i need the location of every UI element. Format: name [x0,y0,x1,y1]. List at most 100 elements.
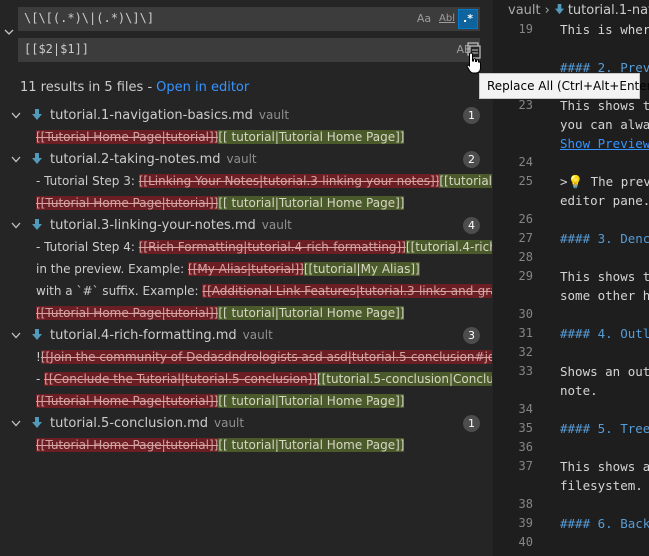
chevron-down-icon[interactable] [10,221,22,231]
match-preview: - [[Conclude the Tutorial|tutorial.5-con… [36,372,492,386]
code-line: Shows an out [560,364,649,379]
toggle-replace-chevron-icon[interactable] [3,26,15,38]
chevron-down-icon[interactable] [10,111,22,121]
code-line: This shows a [560,459,649,474]
match-row[interactable]: - Tutorial Step 3: [[Linking Your Notes|… [0,171,493,193]
match-row[interactable]: in the preview. Example: [[My Alias|tuto… [0,259,493,281]
line-number: 31 [518,326,533,340]
code-line: This shows t [560,269,649,284]
match-removed-text: [[Tutorial Home Page|tutorial]] [36,196,219,210]
match-inserted-text: [[tutorial.5-conclusion|Conclud... [316,372,492,386]
result-file-row[interactable]: tutorial.4-rich-formatting.md vault 3 [0,325,493,347]
match-removed-text: [[Linking Your Notes|tutorial.3-linking-… [138,174,440,188]
search-input[interactable]: \[\[(.*)\|(.*)\]\] Aa Abl .* [18,7,480,31]
hand-pointer-icon [466,52,481,74]
match-row[interactable]: [[Tutorial Home Page|tutorial]][[ tutori… [0,127,493,149]
match-removed-text: [[Join the community of Dedasdndrologist… [40,350,492,364]
match-context: with a `#` suffix. Example: [36,284,203,298]
result-file-name: tutorial.1-navigation-basics.md vault [50,108,289,123]
match-count-badge: 4 [463,217,480,234]
match-count-badge: 1 [463,415,480,432]
result-file-row[interactable]: tutorial.3-linking-your-notes.md vault 4 [0,215,493,237]
line-number: 32 [518,345,533,359]
match-preview: - Tutorial Step 4: [[Rich Formatting|tut… [36,240,492,254]
match-removed-text: [[Additional Link Features|tutorial.3-li… [202,284,492,298]
match-preview: - Tutorial Step 3: [[Linking Your Notes|… [36,174,492,188]
chevron-down-icon[interactable] [10,331,22,341]
match-row[interactable]: [[Tutorial Home Page|tutorial]][[ tutori… [0,303,493,325]
file-path-text: vault [213,416,245,430]
match-removed-text: [[Tutorial Home Page|tutorial]] [36,394,219,408]
line-number: 24 [518,155,533,169]
match-row[interactable]: [[Tutorial Home Page|tutorial]][[ tutori… [0,435,493,457]
line-number: 25 [518,174,533,188]
regex-toggle[interactable]: .* [458,9,478,29]
result-file-name: tutorial.2-taking-notes.md vault [50,152,257,167]
replace-input-value[interactable]: [[$2|$1]] [24,42,89,56]
result-file-row[interactable]: tutorial.5-conclusion.md vault 1 [0,413,493,435]
code-line: you can alwa [560,117,649,132]
chevron-down-icon[interactable] [10,155,22,165]
code-heading-line: #### 3. Denc [560,231,649,246]
match-context: - Tutorial Step 4: [36,240,139,254]
chevron-down-icon[interactable] [10,419,22,429]
match-context: in the preview. Example: [36,262,189,276]
match-inserted-text: [[ tutorial|Tutorial Home Page]] [218,306,405,320]
markdown-file-icon [32,153,42,164]
file-path-text: vault [258,108,290,122]
match-case-toggle[interactable]: Aa [416,10,432,28]
line-number: 27 [518,231,533,245]
line-number: 38 [518,497,533,511]
open-in-editor-link[interactable]: Open in editor [156,80,249,95]
match-preview: [[Tutorial Home Page|tutorial]][[ tutori… [36,394,492,408]
match-inserted-text: [[ tutorial|Tutorial Home Page]] [218,196,405,210]
file-path-text: vault [226,152,257,166]
file-name-text: tutorial.3-linking-your-notes.md [50,218,256,233]
line-number: 19 [518,22,533,36]
match-preview: [[Tutorial Home Page|tutorial]][[ tutori… [36,130,492,144]
search-input-value[interactable]: \[\[(.*)\|(.*)\]\] [24,11,154,25]
match-row[interactable]: [[Tutorial Home Page|tutorial]][[ tutori… [0,391,493,413]
replace-input[interactable]: [[$2|$1]] AB [18,38,480,62]
whole-word-toggle[interactable]: Abl [437,10,457,28]
code-link-line[interactable]: Show Preview [560,136,649,151]
match-preview: in the preview. Example: [[My Alias|tuto… [36,262,492,276]
markdown-file-icon [554,4,564,15]
match-inserted-text: [[ tutorial|Tutorial Home Page]] [218,394,405,408]
markdown-file-icon [32,329,42,340]
results-summary: 11 results in 5 files - Open in editor [20,80,249,95]
line-number: 29 [518,269,533,283]
line-number: 23 [518,98,533,112]
markdown-file-icon [32,219,42,230]
match-removed-text: [[Conclude the Tutorial|tutorial.5-concl… [44,372,317,386]
code-line: This is wher [560,22,649,37]
match-inserted-text: [[tutorial|My Alias]] [303,262,420,276]
line-number: 37 [518,459,533,473]
match-preview: [[Tutorial Home Page|tutorial]][[ tutori… [36,196,492,210]
match-preview: [[Tutorial Home Page|tutorial]][[ tutori… [36,306,492,320]
line-number: 35 [518,421,533,435]
result-file-row[interactable]: tutorial.2-taking-notes.md vault 2 [0,149,493,171]
match-row[interactable]: ![[Join the community of Dedasdndrologis… [0,347,493,369]
breadcrumb-file[interactable]: tutorial.1-nav [568,3,649,18]
search-sidebar: \[\[(.*)\|(.*)\]\] Aa Abl .* [[$2|$1]] A… [0,0,493,556]
match-inserted-text: [[tutorial.4-rich-f... [405,240,492,254]
match-row[interactable]: with a `#` suffix. Example: [[Additional… [0,281,493,303]
match-inserted-text: [[ tutorial|Tutorial Home Page]] [218,438,405,452]
result-file-row[interactable]: tutorial.1-navigation-basics.md vault 1 [0,105,493,127]
match-row[interactable]: - Tutorial Step 4: [[Rich Formatting|tut… [0,237,493,259]
match-removed-text: [[My Alias|tutorial]] [188,262,304,276]
match-row[interactable]: [[Tutorial Home Page|tutorial]][[ tutori… [0,193,493,215]
breadcrumb-root[interactable]: vault [508,3,541,18]
code-line: filesystem. [560,478,643,493]
line-number: 39 [518,516,533,530]
results-count-text: 11 results in 5 files - [20,80,153,95]
match-removed-text: [[Tutorial Home Page|tutorial]] [36,130,219,144]
markdown-file-icon [32,417,42,428]
match-preview: [[Tutorial Home Page|tutorial]][[ tutori… [36,438,492,452]
file-name-text: tutorial.2-taking-notes.md [50,152,221,167]
match-inserted-text: [[tutorial.3... [439,174,492,188]
breadcrumb: vault › tutorial.1-nav [508,3,649,18]
match-row[interactable]: - [[Conclude the Tutorial|tutorial.5-con… [0,369,493,391]
match-count-badge: 1 [463,107,480,124]
